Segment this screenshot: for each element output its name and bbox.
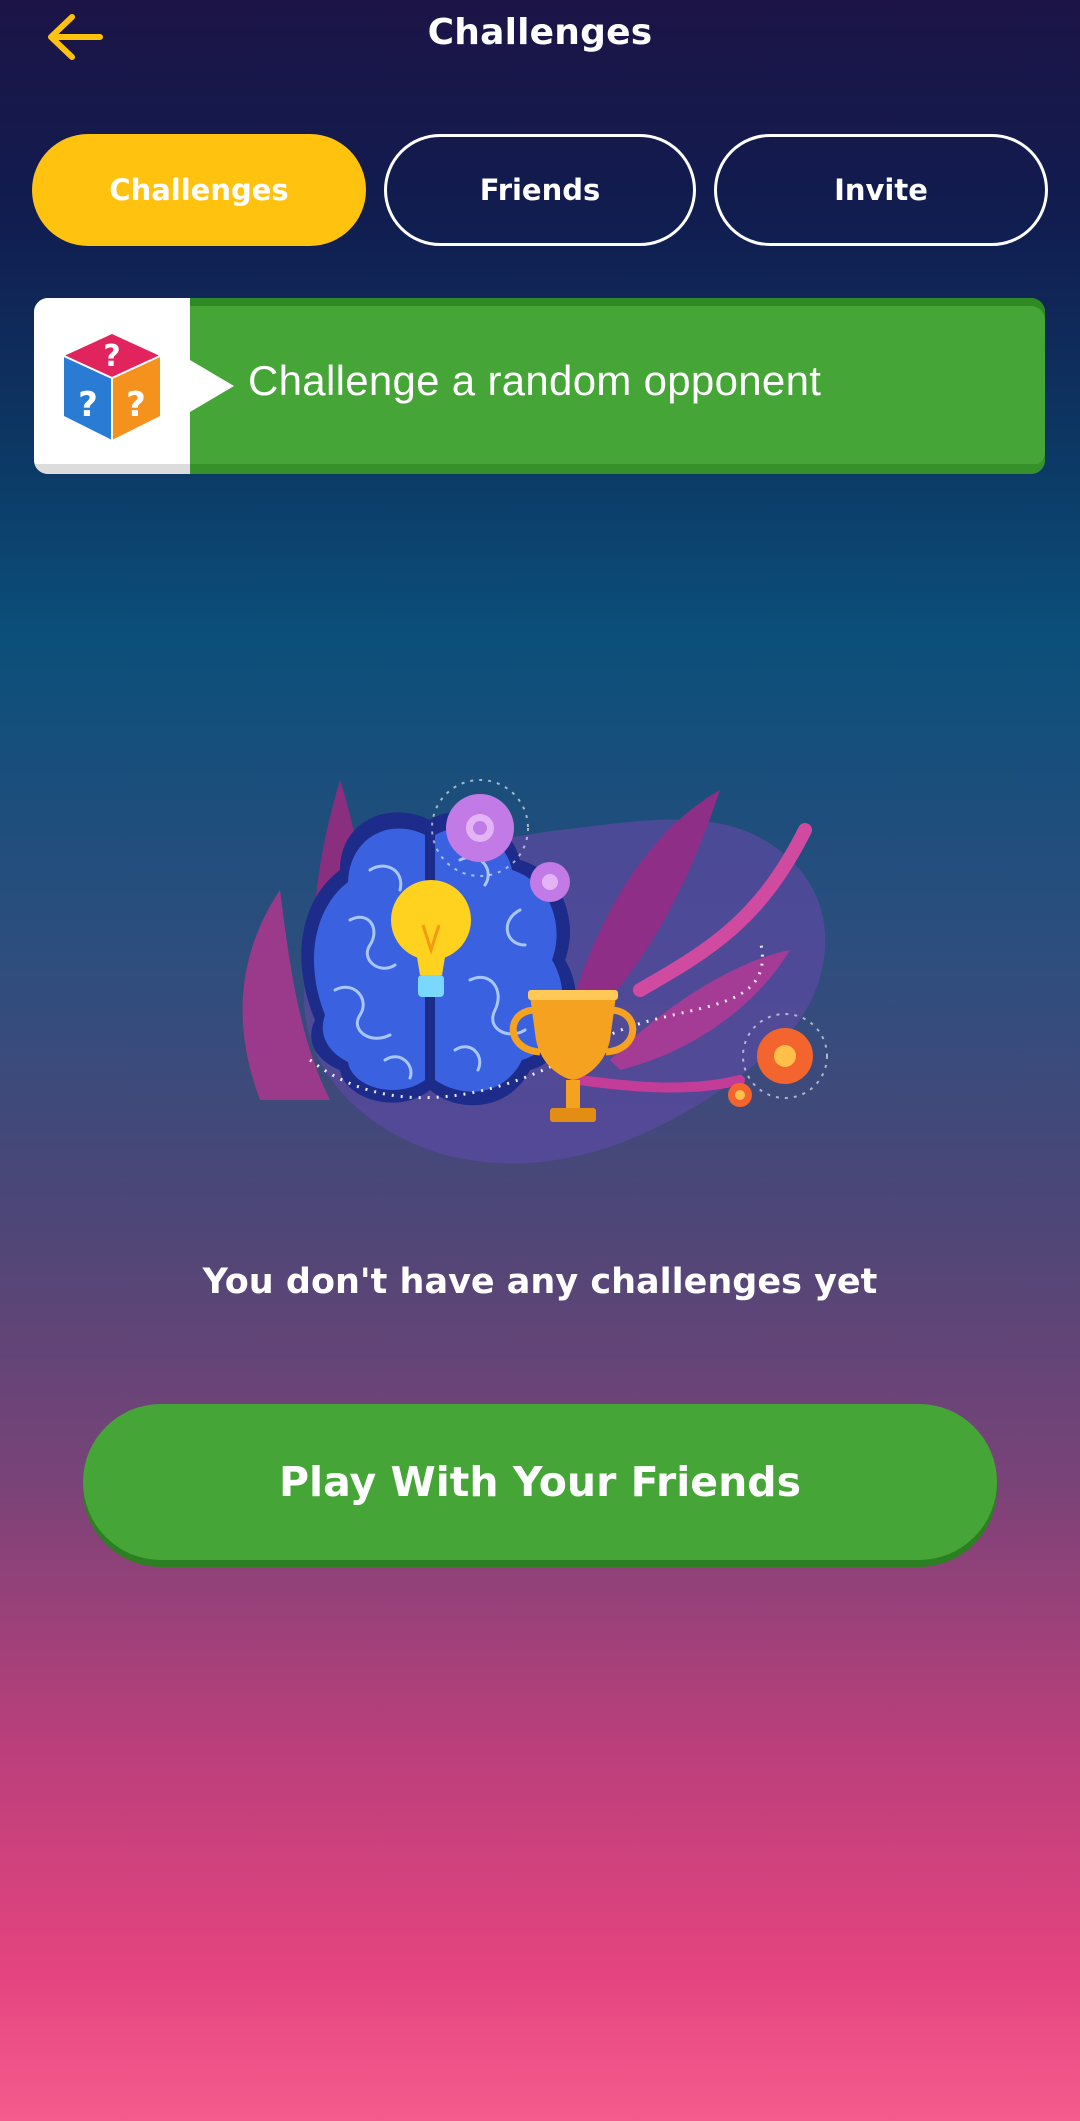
challenge-random-opponent-button[interactable]: ? ? ? Challenge a random opponent bbox=[34, 298, 1045, 474]
header-bar: Challenges bbox=[0, 0, 1080, 76]
svg-text:?: ? bbox=[103, 339, 120, 374]
empty-state-message: You don't have any challenges yet bbox=[202, 1262, 878, 1302]
svg-text:?: ? bbox=[126, 385, 146, 425]
tab-bar: Challenges Friends Invite bbox=[32, 134, 1048, 246]
tab-friends[interactable]: Friends bbox=[384, 134, 696, 246]
brain-lightbulb-trophy-illustration bbox=[242, 779, 828, 1164]
play-with-friends-button[interactable]: Play With Your Friends bbox=[83, 1404, 997, 1560]
icon-shadow bbox=[34, 464, 190, 474]
challenge-random-label: Challenge a random opponent bbox=[248, 357, 822, 404]
pointer-arrow bbox=[190, 360, 234, 412]
tab-invite[interactable]: Invite bbox=[714, 134, 1048, 246]
page-title: Challenges bbox=[427, 12, 653, 53]
icon-container: ? ? ? bbox=[34, 298, 190, 474]
tab-challenges[interactable]: Challenges bbox=[32, 134, 366, 246]
svg-text:?: ? bbox=[78, 385, 98, 425]
question-cube-icon: ? ? ? bbox=[63, 334, 161, 440]
